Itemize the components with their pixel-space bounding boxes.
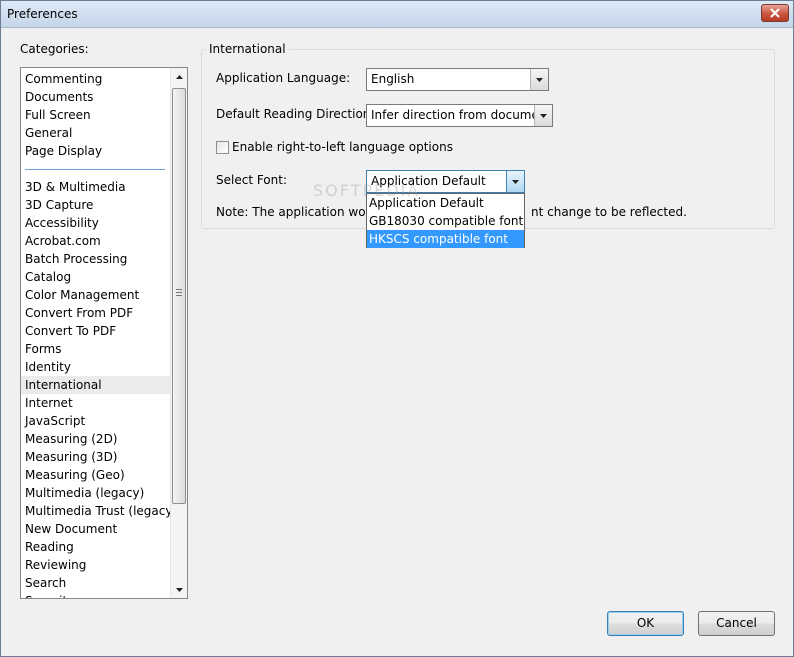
category-item-convert-to-pdf[interactable]: Convert To PDF: [21, 322, 171, 340]
group-title: International: [206, 42, 289, 56]
select-font-dropdown-button[interactable]: [506, 171, 524, 192]
category-item-measuring-geo[interactable]: Measuring (Geo): [21, 466, 171, 484]
app-language-select[interactable]: English: [366, 68, 549, 91]
category-item-acrobat-com[interactable]: Acrobat.com: [21, 232, 171, 250]
font-dropdown-list[interactable]: Application Default GB18030 compatible fo…: [366, 193, 525, 248]
note-text-end: nt change to be reflected.: [531, 205, 687, 219]
reading-direction-select[interactable]: Infer direction from document: [366, 104, 553, 127]
category-item-forms[interactable]: Forms: [21, 340, 171, 358]
category-item-full-screen[interactable]: Full Screen: [21, 106, 171, 124]
category-item-measuring-3d[interactable]: Measuring (3D): [21, 448, 171, 466]
category-item-internet[interactable]: Internet: [21, 394, 171, 412]
scroll-down-button[interactable]: [171, 581, 187, 598]
title-bar: Preferences: [1, 1, 793, 28]
category-item-measuring-2d[interactable]: Measuring (2D): [21, 430, 171, 448]
close-icon: [770, 8, 780, 18]
reading-direction-dropdown-button[interactable]: [534, 105, 552, 126]
chevron-down-icon: [512, 179, 519, 184]
rtl-checkbox[interactable]: [216, 141, 229, 154]
category-item-batch-processing[interactable]: Batch Processing: [21, 250, 171, 268]
app-language-value: English: [371, 72, 415, 86]
category-item-accessibility[interactable]: Accessibility: [21, 214, 171, 232]
category-item-reading[interactable]: Reading: [21, 538, 171, 556]
category-item-identity[interactable]: Identity: [21, 358, 171, 376]
app-language-dropdown-button[interactable]: [530, 69, 548, 90]
chevron-down-icon: [536, 77, 543, 82]
preferences-dialog: Preferences Categories: Commenting Docume…: [0, 0, 794, 657]
chevron-down-icon: [540, 113, 547, 118]
categories-label: Categories:: [20, 42, 89, 56]
category-item-general[interactable]: General: [21, 124, 171, 142]
arrow-down-icon: [175, 587, 183, 592]
categories-items: Commenting Documents Full Screen General Pag…: [21, 68, 177, 598]
note-text-start: Note: The application would: [216, 205, 385, 219]
close-button[interactable]: [761, 4, 789, 22]
select-font-label: Select Font:: [216, 173, 288, 187]
category-item-documents[interactable]: Documents: [21, 88, 171, 106]
font-option-hkscs-compatible-font[interactable]: HKSCS compatible font: [367, 230, 524, 248]
category-item-reviewing[interactable]: Reviewing: [21, 556, 171, 574]
categories-list[interactable]: Commenting Documents Full Screen General Pag…: [20, 67, 188, 599]
category-item-commenting[interactable]: Commenting: [21, 70, 171, 88]
watermark: SOFTPEDIA: [313, 181, 421, 200]
category-item-international[interactable]: International: [21, 376, 171, 394]
category-item-new-document[interactable]: New Document: [21, 520, 171, 538]
category-item-multimedia-trust-legacy[interactable]: Multimedia Trust (legacy): [21, 502, 177, 520]
category-item-multimedia-legacy[interactable]: Multimedia (legacy): [21, 484, 171, 502]
category-separator: [21, 160, 171, 178]
reading-direction-value: Infer direction from document: [371, 108, 552, 122]
category-item-security[interactable]: Security: [21, 592, 171, 598]
category-item-3d-multimedia[interactable]: 3D & Multimedia: [21, 178, 171, 196]
category-item-color-management[interactable]: Color Management: [21, 286, 171, 304]
window-title: Preferences: [7, 7, 78, 21]
category-item-catalog[interactable]: Catalog: [21, 268, 171, 286]
font-option-gb18030-compatible-font[interactable]: GB18030 compatible font: [367, 212, 524, 230]
app-language-label: Application Language:: [216, 71, 351, 85]
ok-button[interactable]: OK: [607, 611, 684, 636]
arrow-up-icon: [175, 74, 183, 79]
category-item-search[interactable]: Search: [21, 574, 171, 592]
reading-direction-label: Default Reading Direction:: [216, 107, 375, 121]
category-item-page-display[interactable]: Page Display: [21, 142, 171, 160]
grip-icon: [176, 289, 182, 296]
category-item-3d-capture[interactable]: 3D Capture: [21, 196, 171, 214]
category-item-javascript[interactable]: JavaScript: [21, 412, 171, 430]
scroll-up-button[interactable]: [171, 68, 187, 85]
scroll-thumb[interactable]: [172, 88, 186, 504]
category-item-convert-from-pdf[interactable]: Convert From PDF: [21, 304, 171, 322]
categories-scrollbar[interactable]: [170, 68, 187, 598]
cancel-button[interactable]: Cancel: [698, 611, 775, 636]
rtl-checkbox-label[interactable]: Enable right-to-left language options: [232, 140, 453, 154]
